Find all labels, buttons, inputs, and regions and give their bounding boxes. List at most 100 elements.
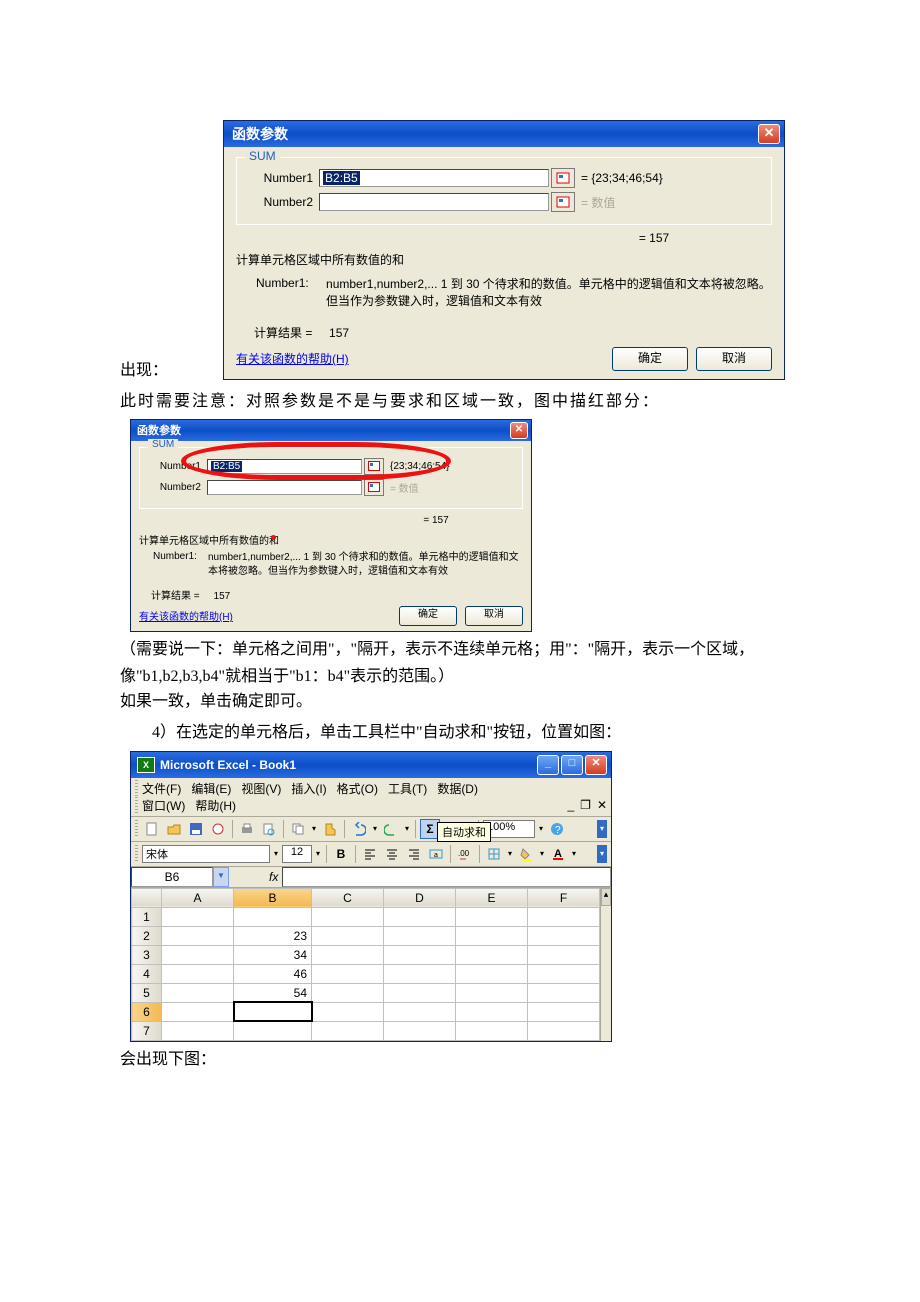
scroll-up-icon[interactable]: ▴ — [601, 888, 611, 906]
param-input-number2[interactable] — [207, 480, 362, 495]
collapse-dialog-icon[interactable] — [551, 168, 575, 188]
toolbar-handle-icon[interactable] — [135, 797, 138, 813]
new-icon[interactable] — [142, 819, 162, 839]
undo-icon[interactable] — [349, 819, 369, 839]
dropdown-icon[interactable]: ▾ — [403, 824, 411, 833]
ok-button[interactable]: 确定 — [612, 347, 688, 371]
spreadsheet-grid[interactable]: A B C D E F 1 2 23 3 34 4 46 5 54 6 7 — [131, 888, 600, 1041]
menu-insert[interactable]: 插入(I) — [291, 780, 326, 797]
row-header[interactable]: 4 — [132, 964, 162, 983]
collapse-dialog-icon[interactable] — [551, 192, 575, 212]
menu-data[interactable]: 数据(D) — [437, 780, 478, 797]
function-args-dialog-1: 函数参数 ✕ SUM Number1 B2:B5 = {23;34;46;54}… — [223, 120, 785, 380]
toolbar-options-icon[interactable]: ▾ — [597, 845, 607, 863]
dropdown-icon[interactable]: ▾ — [537, 824, 545, 833]
mdi-restore-icon[interactable]: ❐ — [580, 798, 591, 812]
menu-window[interactable]: 窗口(W) — [142, 797, 185, 814]
open-icon[interactable] — [164, 819, 184, 839]
help-link[interactable]: 有关该函数的帮助(H) — [139, 608, 233, 623]
maximize-icon[interactable]: □ — [561, 755, 583, 775]
col-header-c[interactable]: C — [312, 888, 384, 907]
param-input-number1[interactable]: B2:B5 — [207, 459, 362, 474]
font-name-input[interactable]: 宋体 — [142, 845, 270, 863]
bold-icon[interactable]: B — [331, 844, 351, 864]
align-center-icon[interactable] — [382, 844, 402, 864]
collapse-dialog-icon[interactable] — [364, 458, 384, 475]
dropdown-icon[interactable]: ▾ — [314, 849, 322, 858]
col-header-a[interactable]: A — [162, 888, 234, 907]
row-header[interactable]: 3 — [132, 945, 162, 964]
cancel-button[interactable]: 取消 — [465, 606, 523, 626]
help-link[interactable]: 有关该函数的帮助(H) — [236, 350, 349, 367]
cell-b5[interactable]: 54 — [234, 983, 312, 1002]
dropdown-icon[interactable]: ▾ — [538, 849, 546, 858]
permission-icon[interactable] — [208, 819, 228, 839]
cell-b4[interactable]: 46 — [234, 964, 312, 983]
menu-help[interactable]: 帮助(H) — [195, 797, 236, 814]
name-box-dropdown-icon[interactable]: ▼ — [213, 867, 229, 887]
col-header-b[interactable]: B — [234, 888, 312, 907]
close-icon[interactable]: ✕ — [758, 124, 780, 144]
col-header-f[interactable]: F — [528, 888, 600, 907]
col-header-d[interactable]: D — [384, 888, 456, 907]
toolbar-handle-icon[interactable] — [135, 820, 138, 838]
help-icon[interactable]: ? — [547, 819, 567, 839]
cell-b3[interactable]: 34 — [234, 945, 312, 964]
borders-icon[interactable] — [484, 844, 504, 864]
cell-b2[interactable]: 23 — [234, 926, 312, 945]
close-icon[interactable]: ✕ — [585, 755, 607, 775]
instruction-text-3: 如果一致，单击确定即可。 — [120, 688, 800, 715]
row-header[interactable]: 1 — [132, 907, 162, 926]
format-painter-icon[interactable] — [320, 819, 340, 839]
align-left-icon[interactable] — [360, 844, 380, 864]
name-box[interactable]: B6 — [131, 867, 213, 887]
menu-file[interactable]: 文件(F) — [142, 780, 181, 797]
mdi-minimize-icon[interactable]: _ — [567, 798, 574, 812]
calc-result-label: 计算结果 = — [254, 326, 312, 340]
font-color-icon[interactable]: A — [548, 844, 568, 864]
redo-icon[interactable] — [381, 819, 401, 839]
minimize-icon[interactable]: _ — [537, 755, 559, 775]
row-header[interactable]: 2 — [132, 926, 162, 945]
save-icon[interactable] — [186, 819, 206, 839]
font-size-input[interactable]: 12 — [282, 845, 312, 863]
param-result-number1: = {23;34;46;54} — [581, 171, 663, 185]
dropdown-icon[interactable]: ▾ — [272, 849, 280, 858]
print-icon[interactable] — [237, 819, 257, 839]
menu-tools[interactable]: 工具(T) — [388, 780, 427, 797]
merge-center-icon[interactable]: a — [426, 844, 446, 864]
fx-icon[interactable]: fx — [269, 870, 278, 884]
cell-b6-active[interactable] — [234, 1002, 312, 1021]
dropdown-icon[interactable]: ▾ — [506, 849, 514, 858]
close-icon[interactable]: ✕ — [510, 422, 528, 439]
menu-format[interactable]: 格式(O) — [337, 780, 378, 797]
formula-input[interactable] — [282, 867, 611, 887]
dropdown-icon[interactable]: ▾ — [371, 824, 379, 833]
preview-icon[interactable] — [259, 819, 279, 839]
dropdown-icon[interactable]: ▾ — [310, 824, 318, 833]
toolbar-handle-icon[interactable] — [135, 780, 138, 796]
fill-color-icon[interactable] — [516, 844, 536, 864]
window-titlebar[interactable]: X Microsoft Excel - Book1 _ □ ✕ — [131, 752, 611, 778]
param-input-number1[interactable]: B2:B5 — [319, 169, 549, 187]
collapse-dialog-icon[interactable] — [364, 479, 384, 496]
row-header[interactable]: 6 — [132, 1002, 162, 1021]
dialog-titlebar[interactable]: 函数参数 ✕ — [131, 420, 531, 441]
menu-edit[interactable]: 编辑(E) — [191, 780, 231, 797]
mdi-close-icon[interactable]: ✕ — [597, 798, 607, 812]
col-header-e[interactable]: E — [456, 888, 528, 907]
toolbar-options-icon[interactable]: ▾ — [597, 820, 607, 838]
dropdown-icon[interactable]: ▾ — [570, 849, 578, 858]
param-input-number2[interactable] — [319, 193, 549, 211]
copy-icon[interactable] — [288, 819, 308, 839]
menu-view[interactable]: 视图(V) — [241, 780, 281, 797]
align-right-icon[interactable] — [404, 844, 424, 864]
select-all-corner[interactable] — [132, 888, 162, 907]
cancel-button[interactable]: 取消 — [696, 347, 772, 371]
toolbar-handle-icon[interactable] — [135, 845, 138, 863]
ok-button[interactable]: 确定 — [399, 606, 457, 626]
row-header[interactable]: 5 — [132, 983, 162, 1002]
dialog-titlebar[interactable]: 函数参数 ✕ — [224, 121, 784, 147]
row-header[interactable]: 7 — [132, 1021, 162, 1040]
decrease-decimal-icon[interactable]: .00 — [455, 844, 475, 864]
